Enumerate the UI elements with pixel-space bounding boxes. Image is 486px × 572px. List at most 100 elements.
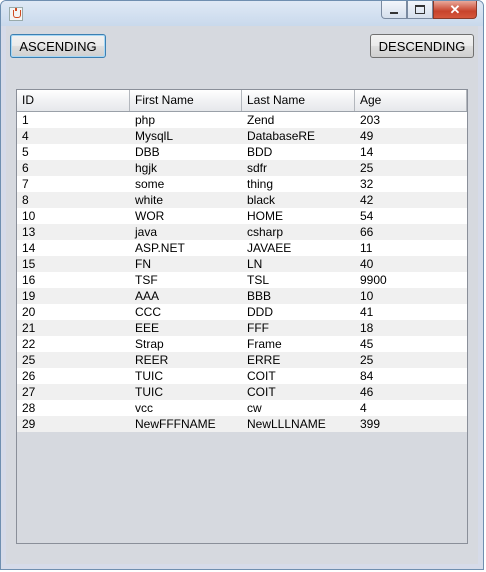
- cell-last-name[interactable]: ERRE: [242, 352, 355, 368]
- cell-id[interactable]: 7: [17, 176, 130, 192]
- table-row[interactable]: 4 MysqlL DatabaseRE 49: [17, 128, 467, 144]
- cell-id[interactable]: 14: [17, 240, 130, 256]
- table-row[interactable]: 19 AAA BBB 10: [17, 288, 467, 304]
- cell-last-name[interactable]: LN: [242, 256, 355, 272]
- cell-age[interactable]: 40: [355, 256, 467, 272]
- cell-first-name[interactable]: FN: [130, 256, 242, 272]
- cell-last-name[interactable]: JAVAEE: [242, 240, 355, 256]
- table-row[interactable]: 27 TUIC COIT 46: [17, 384, 467, 400]
- cell-first-name[interactable]: php: [130, 112, 242, 128]
- cell-first-name[interactable]: ASP.NET: [130, 240, 242, 256]
- table-row[interactable]: 7 some thing 32: [17, 176, 467, 192]
- cell-last-name[interactable]: BDD: [242, 144, 355, 160]
- cell-last-name[interactable]: FFF: [242, 320, 355, 336]
- cell-first-name[interactable]: TUIC: [130, 368, 242, 384]
- cell-first-name[interactable]: NewFFFNAME: [130, 416, 242, 432]
- cell-age[interactable]: 9900: [355, 272, 467, 288]
- cell-last-name[interactable]: csharp: [242, 224, 355, 240]
- cell-age[interactable]: 66: [355, 224, 467, 240]
- column-header-age[interactable]: Age: [355, 90, 467, 111]
- column-header-last-name[interactable]: Last Name: [242, 90, 355, 111]
- cell-id[interactable]: 15: [17, 256, 130, 272]
- table-row[interactable]: 16 TSF TSL 9900: [17, 272, 467, 288]
- cell-first-name[interactable]: DBB: [130, 144, 242, 160]
- cell-first-name[interactable]: AAA: [130, 288, 242, 304]
- cell-age[interactable]: 46: [355, 384, 467, 400]
- table-row[interactable]: 15 FN LN 40: [17, 256, 467, 272]
- cell-first-name[interactable]: CCC: [130, 304, 242, 320]
- cell-id[interactable]: 1: [17, 112, 130, 128]
- cell-id[interactable]: 20: [17, 304, 130, 320]
- cell-age[interactable]: 32: [355, 176, 467, 192]
- cell-age[interactable]: 4: [355, 400, 467, 416]
- table-row[interactable]: 8 white black 42: [17, 192, 467, 208]
- cell-age[interactable]: 11: [355, 240, 467, 256]
- cell-id[interactable]: 19: [17, 288, 130, 304]
- cell-first-name[interactable]: java: [130, 224, 242, 240]
- cell-age[interactable]: 42: [355, 192, 467, 208]
- cell-last-name[interactable]: BBB: [242, 288, 355, 304]
- minimize-button[interactable]: [381, 1, 407, 19]
- cell-age[interactable]: 25: [355, 352, 467, 368]
- table-row[interactable]: 6 hgjk sdfr 25: [17, 160, 467, 176]
- cell-id[interactable]: 16: [17, 272, 130, 288]
- descending-button[interactable]: DESCENDING: [370, 34, 474, 58]
- cell-id[interactable]: 8: [17, 192, 130, 208]
- cell-first-name[interactable]: Strap: [130, 336, 242, 352]
- cell-last-name[interactable]: DatabaseRE: [242, 128, 355, 144]
- cell-id[interactable]: 28: [17, 400, 130, 416]
- cell-first-name[interactable]: EEE: [130, 320, 242, 336]
- cell-first-name[interactable]: WOR: [130, 208, 242, 224]
- cell-last-name[interactable]: COIT: [242, 384, 355, 400]
- cell-last-name[interactable]: HOME: [242, 208, 355, 224]
- table-row[interactable]: 1 php Zend 203: [17, 112, 467, 128]
- cell-last-name[interactable]: Frame: [242, 336, 355, 352]
- cell-last-name[interactable]: cw: [242, 400, 355, 416]
- cell-last-name[interactable]: DDD: [242, 304, 355, 320]
- cell-last-name[interactable]: thing: [242, 176, 355, 192]
- table-row[interactable]: 26 TUIC COIT 84: [17, 368, 467, 384]
- ascending-button[interactable]: ASCENDING: [10, 34, 106, 58]
- cell-id[interactable]: 4: [17, 128, 130, 144]
- cell-first-name[interactable]: vcc: [130, 400, 242, 416]
- cell-first-name[interactable]: MysqlL: [130, 128, 242, 144]
- cell-id[interactable]: 10: [17, 208, 130, 224]
- cell-age[interactable]: 18: [355, 320, 467, 336]
- cell-first-name[interactable]: TUIC: [130, 384, 242, 400]
- cell-id[interactable]: 27: [17, 384, 130, 400]
- cell-id[interactable]: 26: [17, 368, 130, 384]
- table-row[interactable]: 29 NewFFFNAME NewLLLNAME 399: [17, 416, 467, 432]
- cell-id[interactable]: 5: [17, 144, 130, 160]
- cell-last-name[interactable]: black: [242, 192, 355, 208]
- column-header-id[interactable]: ID: [17, 90, 130, 111]
- table-row[interactable]: 14 ASP.NET JAVAEE 11: [17, 240, 467, 256]
- cell-age[interactable]: 45: [355, 336, 467, 352]
- cell-age[interactable]: 41: [355, 304, 467, 320]
- table-row[interactable]: 5 DBB BDD 14: [17, 144, 467, 160]
- table-row[interactable]: 25 REER ERRE 25: [17, 352, 467, 368]
- cell-age[interactable]: 84: [355, 368, 467, 384]
- cell-age[interactable]: 14: [355, 144, 467, 160]
- cell-id[interactable]: 22: [17, 336, 130, 352]
- cell-age[interactable]: 49: [355, 128, 467, 144]
- cell-last-name[interactable]: sdfr: [242, 160, 355, 176]
- column-header-first-name[interactable]: First Name: [130, 90, 242, 111]
- cell-last-name[interactable]: COIT: [242, 368, 355, 384]
- table-row[interactable]: 22 Strap Frame 45: [17, 336, 467, 352]
- table-row[interactable]: 10 WOR HOME 54: [17, 208, 467, 224]
- title-bar[interactable]: ✕: [1, 1, 483, 26]
- cell-age[interactable]: 25: [355, 160, 467, 176]
- cell-age[interactable]: 203: [355, 112, 467, 128]
- maximize-button[interactable]: [407, 1, 433, 19]
- cell-first-name[interactable]: some: [130, 176, 242, 192]
- cell-id[interactable]: 6: [17, 160, 130, 176]
- table-row[interactable]: 21 EEE FFF 18: [17, 320, 467, 336]
- cell-id[interactable]: 13: [17, 224, 130, 240]
- close-button[interactable]: ✕: [433, 1, 477, 19]
- cell-first-name[interactable]: hgjk: [130, 160, 242, 176]
- cell-last-name[interactable]: Zend: [242, 112, 355, 128]
- cell-id[interactable]: 25: [17, 352, 130, 368]
- table-row[interactable]: 28 vcc cw 4: [17, 400, 467, 416]
- cell-id[interactable]: 21: [17, 320, 130, 336]
- cell-age[interactable]: 54: [355, 208, 467, 224]
